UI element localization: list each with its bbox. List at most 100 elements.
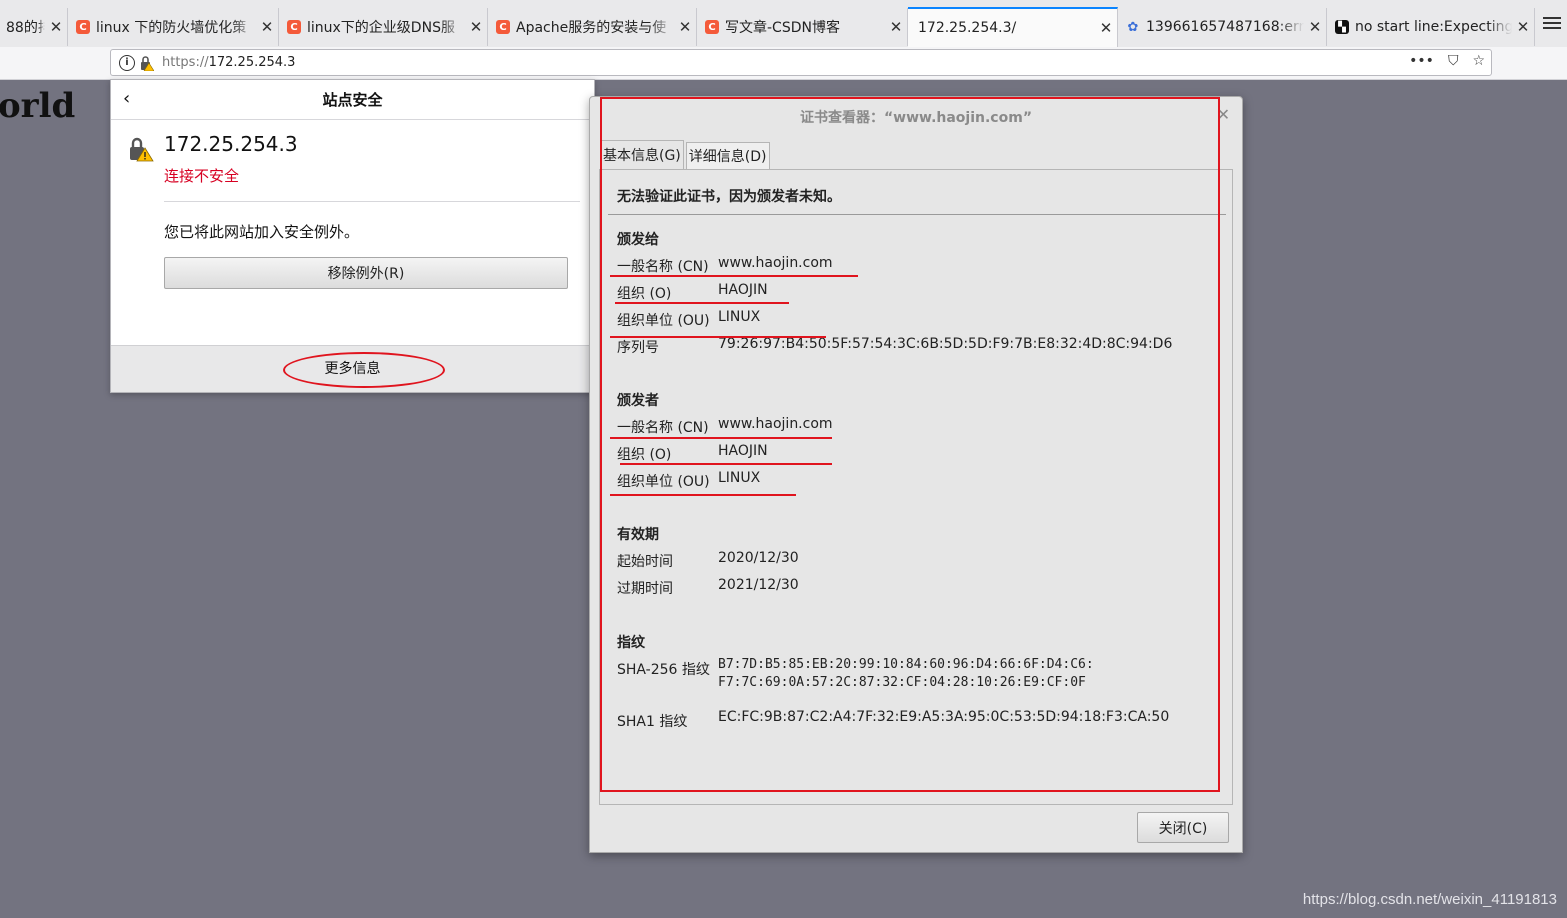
browser-tab[interactable]: C Apache服务的安装与使 ✕ xyxy=(488,8,697,46)
valid-to-label: 过期时间 xyxy=(617,581,673,597)
issued-to-o-value: HAOJIN xyxy=(718,282,768,298)
sha256-label: SHA-256 指纹 xyxy=(617,662,710,678)
cert-general-panel: 无法验证此证书，因为颁发者未知。 颁发给 一般名称 (CN) www.haoji… xyxy=(599,169,1233,805)
serial-value: 79:26:97:B4:50:5F:57:54:3C:6B:5D:5D:F9:7… xyxy=(718,336,1173,352)
csdn-favicon-icon: C xyxy=(287,20,301,34)
valid-from-label: 起始时间 xyxy=(617,554,673,570)
url-host: 172.25.254.3 xyxy=(208,55,296,70)
csdn-favicon-icon: C xyxy=(76,20,90,34)
tab-title: 写文章-CSDN博客 xyxy=(725,20,840,36)
browser-tab[interactable]: C 写文章-CSDN博客 ✕ xyxy=(697,8,908,46)
annotation-underline xyxy=(610,275,858,277)
valid-to-value: 2021/12/30 xyxy=(718,577,799,593)
issued-to-ou-label: 组织单位 (OU) xyxy=(617,313,710,329)
page-actions-icon[interactable]: ••• xyxy=(1409,53,1434,69)
pocket-icon[interactable]: ⛉ xyxy=(1448,53,1459,69)
serial-label: 序列号 xyxy=(617,340,659,356)
tab-strip: 88的排 ✕ C linux 下的防火墙优化策 ✕ C linux下的企业级DN… xyxy=(0,0,1567,48)
tab-details[interactable]: 详细信息(D) xyxy=(685,142,770,169)
nav-bar: i https://172.25.254.3 ••• ⛉ ☆ xyxy=(0,47,1567,80)
url-scheme: https:// xyxy=(162,55,209,70)
issued-by-cn-label: 一般名称 (CN) xyxy=(617,420,709,436)
dialog-title: 证书查看器：“www.haojin.com” xyxy=(799,110,1033,126)
issued-by-o-value: HAOJIN xyxy=(718,443,768,459)
tab-title: linux 下的防火墙优化策 xyxy=(96,20,247,36)
tab-title: 172.25.254.3/ xyxy=(918,20,1017,36)
certificate-viewer-dialog: 证书查看器：“www.haojin.com” ✕ 基本信息(G) 详细信息(D)… xyxy=(589,96,1243,853)
tab-close-icon[interactable]: ✕ xyxy=(465,18,487,36)
exception-notice: 您已将此网站加入安全例外。 xyxy=(164,223,360,241)
page-heading: orld xyxy=(0,86,76,126)
browser-tab-active[interactable]: 172.25.254.3/ ✕ xyxy=(908,7,1118,47)
browser-tab[interactable]: C linux 下的防火墙优化策 ✕ xyxy=(68,8,279,46)
tab-title: linux下的企业级DNS服 xyxy=(307,20,455,36)
info-icon[interactable]: i xyxy=(119,54,135,71)
sha256-value-line2: F7:7C:69:0A:57:2C:87:32:CF:04:28:10:26:E… xyxy=(718,675,1086,690)
sha256-value-line1: B7:7D:B5:85:EB:20:99:10:84:60:96:D4:66:6… xyxy=(718,657,1094,672)
tab-general[interactable]: 基本信息(G) xyxy=(600,140,684,169)
tab-title: 139661657487168:erro xyxy=(1146,19,1304,35)
bookmark-star-icon[interactable]: ☆ xyxy=(1472,53,1485,69)
csdn-favicon-icon: C xyxy=(705,20,719,34)
url-actions: ••• ⛉ ☆ xyxy=(1409,53,1485,69)
insecure-lock-icon[interactable] xyxy=(140,55,154,71)
csdn-favicon-icon: C xyxy=(496,20,510,34)
browser-tab[interactable]: C linux下的企业级DNS服 ✕ xyxy=(279,8,488,46)
issued-by-o-label: 组织 (O) xyxy=(617,447,672,463)
tab-close-icon[interactable]: ✕ xyxy=(885,18,907,36)
browser-tab[interactable]: 88的排 ✕ xyxy=(0,8,68,46)
annotation-ellipse xyxy=(283,352,445,388)
site-security-panel: ‹ 站点安全 172.25.254.3 连接不安全 您已将此网站加入安全例外。 … xyxy=(110,79,595,393)
valid-from-value: 2020/12/30 xyxy=(718,550,799,566)
issued-by-cn-value: www.haojin.com xyxy=(718,416,833,432)
tab-close-icon[interactable]: ✕ xyxy=(256,18,278,36)
issued-by-ou-label: 组织单位 (OU) xyxy=(617,474,710,490)
panel-title: 站点安全 xyxy=(322,91,383,109)
panel-footer: 更多信息 xyxy=(111,345,594,392)
cert-tabs: 基本信息(G) 详细信息(D) xyxy=(600,140,770,169)
divider xyxy=(164,201,580,202)
annotation-underline xyxy=(610,437,832,439)
sha1-label: SHA1 指纹 xyxy=(617,714,688,730)
tab-title: no start line:Expecting: xyxy=(1355,19,1512,35)
tab-close-icon[interactable]: ✕ xyxy=(1304,18,1326,36)
validity-heading: 有效期 xyxy=(617,527,659,543)
paw-favicon-icon: ✿ xyxy=(1127,19,1139,35)
tab-close-icon[interactable]: ✕ xyxy=(1512,18,1534,36)
annotation-underline xyxy=(610,336,826,338)
annotation-underline xyxy=(610,494,796,496)
annotation-underline xyxy=(615,302,789,304)
tab-close-icon[interactable]: ✕ xyxy=(1095,19,1117,37)
github-favicon-icon: ▚ xyxy=(1335,20,1349,34)
tab-list-menu-icon[interactable] xyxy=(1543,17,1561,31)
url-text[interactable]: https://172.25.254.3 xyxy=(162,55,295,70)
issued-to-ou-value: LINUX xyxy=(718,309,761,325)
divider xyxy=(608,214,1226,215)
tab-title: Apache服务的安装与使 xyxy=(516,20,667,36)
url-bar[interactable]: i https://172.25.254.3 ••• ⛉ ☆ xyxy=(110,49,1492,76)
dialog-titlebar: 证书查看器：“www.haojin.com” ✕ xyxy=(590,97,1242,133)
insecure-lock-icon xyxy=(130,137,154,162)
panel-header: ‹ 站点安全 xyxy=(111,80,594,120)
watermark: https://blog.csdn.net/weixin_41191813 xyxy=(1302,891,1557,908)
close-button[interactable]: 关闭(C) xyxy=(1137,812,1229,843)
close-icon[interactable]: ✕ xyxy=(1217,105,1230,124)
issued-by-ou-value: LINUX xyxy=(718,470,761,486)
site-host: 172.25.254.3 xyxy=(164,132,298,156)
fingerprints-heading: 指纹 xyxy=(617,635,645,651)
annotation-underline xyxy=(620,463,832,465)
browser-tab[interactable]: ✿ 139661657487168:erro ✕ xyxy=(1118,8,1327,46)
remove-exception-button[interactable]: 移除例外(R) xyxy=(164,257,568,289)
tab-close-icon[interactable]: ✕ xyxy=(45,18,67,36)
issued-to-cn-label: 一般名称 (CN) xyxy=(617,259,709,275)
cert-warning: 无法验证此证书，因为颁发者未知。 xyxy=(617,189,841,205)
issued-by-heading: 颁发者 xyxy=(617,393,659,409)
tab-title: 88的排 xyxy=(6,20,45,36)
issued-to-o-label: 组织 (O) xyxy=(617,286,672,302)
issued-to-heading: 颁发给 xyxy=(617,232,659,248)
sha1-value: EC:FC:9B:87:C2:A4:7F:32:E9:A5:3A:95:0C:5… xyxy=(718,709,1170,725)
connection-status: 连接不安全 xyxy=(164,167,240,185)
issued-to-cn-value: www.haojin.com xyxy=(718,255,833,271)
tab-close-icon[interactable]: ✕ xyxy=(674,18,696,36)
browser-tab[interactable]: ▚ no start line:Expecting: ✕ xyxy=(1327,8,1535,46)
